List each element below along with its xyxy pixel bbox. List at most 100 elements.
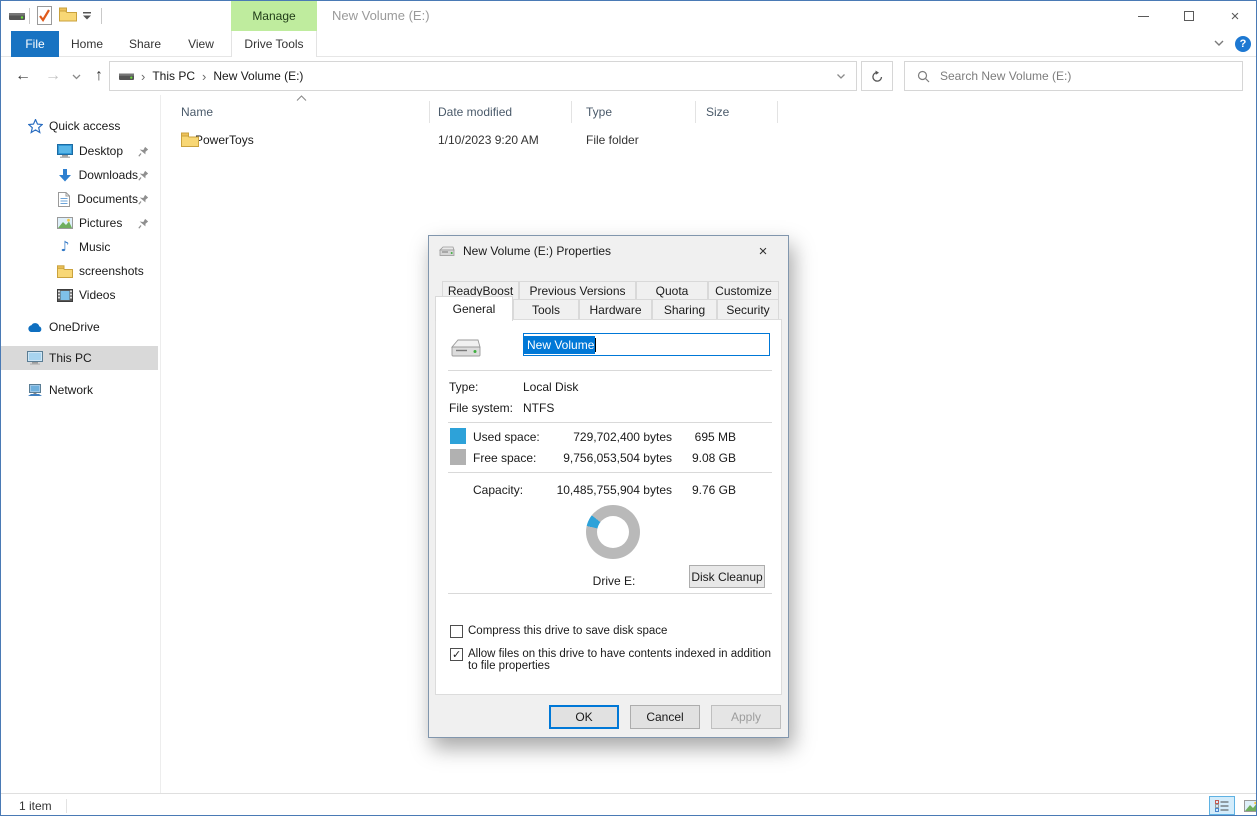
tab-hardware[interactable]: Hardware [579,299,652,320]
sidebar-item-screenshots[interactable]: screenshots [1,259,158,283]
used-space-label: Used space: [473,430,540,444]
sort-ascending-icon[interactable] [296,95,307,102]
tab-quota[interactable]: Quota [636,281,708,300]
desktop-icon [57,143,73,159]
capacity-bytes: 10,485,755,904 bytes [540,483,672,497]
large-icons-view-button[interactable] [1239,796,1257,815]
column-header-name[interactable]: Name [181,99,213,125]
dialog-title-bar: New Volume (E:) Properties × [429,236,788,266]
properties-check-icon[interactable] [37,6,52,25]
tab-view[interactable]: View [175,31,227,57]
tab-previous-versions[interactable]: Previous Versions [519,281,636,300]
sidebar-item-network[interactable]: Network [1,378,158,402]
drive-icon [119,71,134,82]
music-note-icon: ♪ [57,239,73,255]
file-row-powertoys[interactable]: PowerToys 1/10/2023 9:20 AM File folder [171,129,771,151]
download-arrow-icon [57,167,73,183]
file-date-modified: 1/10/2023 9:20 AM [438,133,539,147]
customize-toolbar-caret[interactable] [82,12,92,20]
volume-label-input[interactable]: New Volume [523,333,770,356]
tab-customize[interactable]: Customize [708,281,779,300]
column-header-date-modified[interactable]: Date modified [438,99,512,125]
column-header-size[interactable]: Size [706,99,729,125]
network-icon [27,382,43,398]
column-divider[interactable] [695,101,696,123]
breadcrumb[interactable]: › This PC › New Volume (E:) [109,61,857,91]
item-count: 1 item [19,799,52,813]
tab-share[interactable]: Share [119,31,171,57]
disk-cleanup-button[interactable]: Disk Cleanup [689,565,765,588]
search-input[interactable] [940,69,1220,83]
tab-general[interactable]: General [435,296,513,321]
sidebar-item-videos[interactable]: Videos [1,283,158,307]
capacity-label: Capacity: [473,483,523,497]
pin-icon [138,218,148,229]
folder-icon [57,263,73,279]
sidebar-item-onedrive[interactable]: OneDrive [1,315,158,339]
sidebar-item-desktop[interactable]: Desktop [1,139,158,163]
divider [66,799,67,813]
used-space-size: 695 MB [680,430,736,444]
column-divider[interactable] [777,101,778,123]
used-space-bytes: 729,702,400 bytes [552,430,672,444]
column-divider[interactable] [571,101,572,123]
compress-drive-label: Compress this drive to save disk space [468,625,768,637]
sidebar-item-this-pc[interactable]: This PC [1,346,158,370]
refresh-button[interactable] [861,61,893,91]
used-space-legend-swatch [450,428,466,444]
sidebar-item-downloads[interactable]: Downloads [1,163,158,187]
details-view-button[interactable] [1209,796,1235,815]
maximize-button[interactable] [1166,1,1212,31]
column-header-type[interactable]: Type [586,99,612,125]
breadcrumb-this-pc[interactable]: This PC [152,69,195,83]
navigation-bar: ← → ↑ › This PC › New Volume (E:) [1,58,1256,94]
divider [448,593,772,594]
ok-button[interactable]: OK [549,705,619,729]
expand-ribbon-chevron-icon[interactable] [1213,37,1225,49]
selected-text: New Volume [524,336,595,354]
new-folder-icon[interactable] [59,7,77,22]
allow-indexing-checkbox[interactable] [450,648,463,661]
capacity-size: 9.76 GB [680,483,736,497]
computer-icon [27,350,43,366]
forward-button[interactable]: → [39,58,67,94]
compress-drive-checkbox[interactable] [450,625,463,638]
drive-icon [450,338,482,358]
back-button[interactable]: ← [9,58,37,94]
drive-letter-label: Drive E: [576,574,652,588]
pin-icon [138,170,148,181]
breadcrumb-new-volume[interactable]: New Volume (E:) [213,69,303,83]
tab-sharing[interactable]: Sharing [652,299,717,320]
breadcrumb-separator-icon: › [141,69,145,84]
close-button[interactable]: × [1212,1,1257,31]
contextual-group-manage[interactable]: Manage [231,1,317,31]
divider [448,422,772,423]
help-icon[interactable]: ? [1235,36,1251,52]
tab-home[interactable]: Home [61,31,113,57]
tab-security[interactable]: Security [717,299,779,320]
dialog-close-icon[interactable]: × [748,236,778,266]
file-system-value: NTFS [523,401,554,415]
cancel-button[interactable]: Cancel [630,705,700,729]
document-icon [57,191,71,207]
sidebar-item-quick-access[interactable]: Quick access [1,114,158,138]
tab-file[interactable]: File [11,31,59,57]
free-space-label: Free space: [473,451,536,465]
sidebar-divider [160,95,161,793]
sidebar-item-pictures[interactable]: Pictures [1,211,158,235]
cloud-icon [27,319,43,335]
recent-locations-chevron-icon[interactable] [67,58,85,94]
address-dropdown-chevron-icon[interactable] [836,71,846,81]
pin-icon [138,146,148,157]
divider [101,8,102,24]
file-name: PowerToys [195,133,254,147]
dialog-title: New Volume (E:) Properties [463,244,611,258]
tab-drive-tools[interactable]: Drive Tools [231,31,317,57]
sidebar-item-music[interactable]: ♪ Music [1,235,158,259]
sidebar-item-documents[interactable]: Documents [1,187,158,211]
column-divider[interactable] [429,101,430,123]
pie-chart-hole [597,516,629,548]
tab-tools[interactable]: Tools [513,299,579,320]
divider [29,8,30,24]
minimize-button[interactable] [1120,1,1166,31]
